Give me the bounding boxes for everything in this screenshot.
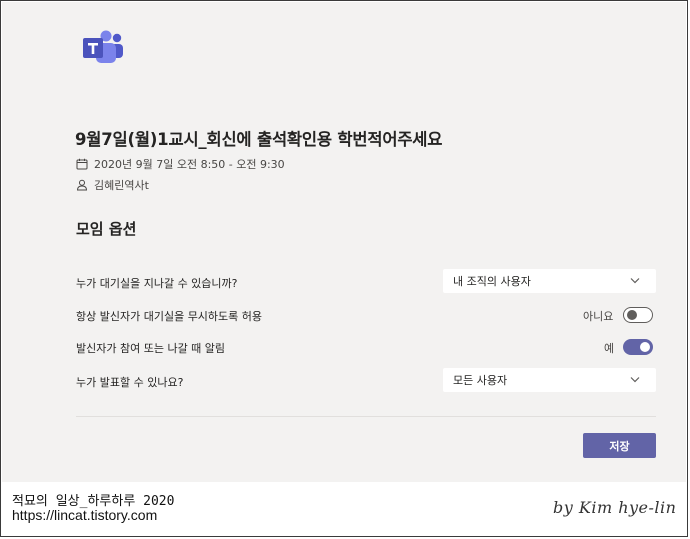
section-title: 모임 옵션 bbox=[76, 220, 137, 238]
presenter-selected-value: 모든 사용자 bbox=[453, 374, 508, 387]
toggle-knob bbox=[627, 310, 637, 320]
author-signature: by Kim hye-lin bbox=[553, 498, 677, 517]
chevron-down-icon bbox=[630, 278, 640, 284]
toggle-knob bbox=[640, 342, 650, 352]
join-leave-state: 예 bbox=[604, 342, 615, 355]
teams-logo-icon bbox=[83, 30, 123, 63]
lobby-selected-value: 내 조직의 사용자 bbox=[453, 275, 531, 288]
save-button[interactable]: 저장 bbox=[583, 433, 656, 458]
meeting-datetime-row: 2020년 9월 7일 오전 8:50 - 오전 9:30 bbox=[76, 156, 285, 172]
chevron-down-icon bbox=[630, 377, 640, 383]
person-icon bbox=[76, 179, 88, 191]
meeting-datetime: 2020년 9월 7일 오전 8:50 - 오전 9:30 bbox=[94, 158, 285, 171]
join-leave-toggle[interactable] bbox=[623, 339, 653, 355]
dialin-bypass-label: 항상 발신자가 대기실을 무시하도록 허용 bbox=[76, 310, 263, 323]
presenter-label: 누가 발표할 수 있나요? bbox=[76, 376, 184, 389]
calendar-icon bbox=[76, 158, 88, 170]
meeting-options-panel bbox=[2, 2, 686, 482]
meeting-title: 9월7일(월)1교시_회신에 출석확인용 학번적어주세요 bbox=[75, 130, 443, 149]
presenter-dropdown[interactable]: 모든 사용자 bbox=[443, 368, 656, 392]
dialin-bypass-state: 아니요 bbox=[583, 310, 614, 323]
meeting-organizer-row: 김혜린역사t bbox=[76, 177, 149, 193]
meeting-organizer: 김혜린역사t bbox=[94, 179, 149, 192]
divider bbox=[76, 416, 656, 417]
lobby-label: 누가 대기실을 지나갈 수 있습니까? bbox=[76, 277, 238, 290]
dialin-bypass-toggle[interactable] bbox=[623, 307, 653, 323]
lobby-dropdown[interactable]: 내 조직의 사용자 bbox=[443, 269, 656, 293]
blog-caption-url[interactable]: https://lincat.tistory.com bbox=[12, 507, 157, 523]
join-leave-label: 발신자가 참여 또는 나갈 때 알림 bbox=[76, 342, 226, 355]
